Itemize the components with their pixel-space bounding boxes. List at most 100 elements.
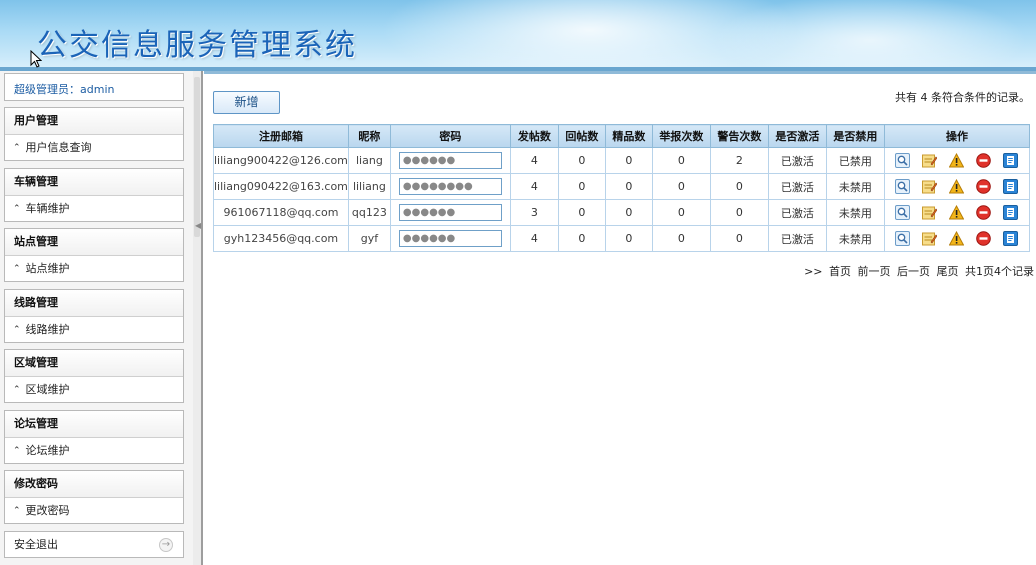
cell-activated: 已激活 xyxy=(767,225,827,252)
table-row: liliang090422@163.com liliang ●●●●●●●● 4 0 0 0… xyxy=(213,173,1031,200)
pager-prev[interactable]: 前一页 xyxy=(858,265,891,278)
password-field[interactable]: ●●●●●● xyxy=(398,204,502,221)
menu-head-regions[interactable]: 区域管理 xyxy=(5,350,183,377)
menu-group-users: 用户管理 ⌃ 用户信息查询 xyxy=(4,107,184,161)
menu-head-routes[interactable]: 线路管理 xyxy=(5,290,183,317)
warning-icon[interactable] xyxy=(949,152,965,168)
arrow-right-icon: → xyxy=(159,537,173,552)
sidebar-item-route-maintain[interactable]: ⌃ 线路维护 xyxy=(5,317,183,343)
pagination: >> 首页 前一页 后一页 尾页 共1页4个记录 xyxy=(801,263,1034,279)
menu-head-password[interactable]: 修改密码 xyxy=(5,471,183,498)
cell-activated: 已激活 xyxy=(767,147,827,174)
cell-email: liliang900422@126.com xyxy=(213,147,349,174)
pager-summary: 共1页4个记录 xyxy=(965,265,1034,278)
sidebar-item-label: 站点维护 xyxy=(25,262,70,275)
view-icon[interactable] xyxy=(895,231,911,246)
menu-head-users[interactable]: 用户管理 xyxy=(5,108,183,135)
collapse-arrow-icon[interactable]: ◀ xyxy=(195,221,201,230)
logout-label: 安全退出 xyxy=(14,537,58,551)
table-row: gyh123456@qq.com gyf ●●●●●● 4 0 0 0 0 已激活 未禁用 xyxy=(213,225,1031,252)
mouse-cursor-icon xyxy=(30,50,42,68)
admin-label: 超级管理员： xyxy=(14,83,80,96)
pager-prefix: >> xyxy=(804,265,823,278)
user-table: 注册邮箱 昵称 密码 发帖数 回帖数 精品数 举报次数 警告次数 是否激活 是否… xyxy=(213,124,1031,252)
pager-next[interactable]: 后一页 xyxy=(897,265,930,278)
cell-warnings: 2 xyxy=(709,147,769,174)
menu-group-password: 修改密码 ⌃ 更改密码 xyxy=(4,470,184,524)
cell-replies: 0 xyxy=(557,173,606,200)
cell-banned: 未禁用 xyxy=(825,225,885,252)
table-header-row: 注册邮箱 昵称 密码 发帖数 回帖数 精品数 举报次数 警告次数 是否激活 是否… xyxy=(213,124,1031,148)
view-icon[interactable] xyxy=(895,179,911,194)
edit-icon[interactable] xyxy=(922,205,938,220)
password-field[interactable]: ●●●●●● xyxy=(398,152,502,169)
chevron-up-icon: ⌃ xyxy=(13,143,21,153)
cell-password: ●●●●●● xyxy=(389,199,511,226)
warning-icon[interactable] xyxy=(949,204,965,220)
sidebar-item-change-password[interactable]: ⌃ 更改密码 xyxy=(5,498,183,524)
menu-group-stations: 站点管理 ⌃ 站点维护 xyxy=(4,228,184,282)
cell-nickname: liliang xyxy=(347,173,391,200)
cell-warnings: 0 xyxy=(709,225,769,252)
sidebar-item-region-maintain[interactable]: ⌃ 区域维护 xyxy=(5,377,183,403)
admin-info: 超级管理员：admin xyxy=(4,73,184,101)
sidebar-item-label: 车辆维护 xyxy=(25,202,70,215)
cell-featured: 0 xyxy=(604,225,653,252)
ban-icon[interactable] xyxy=(976,231,992,246)
cell-actions xyxy=(883,225,1031,252)
menu-group-forum: 论坛管理 ⌃ 论坛维护 xyxy=(4,410,184,464)
warning-icon[interactable] xyxy=(949,178,965,194)
cell-reports: 0 xyxy=(651,173,711,200)
password-field[interactable]: ●●●●●● xyxy=(398,230,502,247)
cell-nickname: qq123 xyxy=(347,199,391,226)
password-field[interactable]: ●●●●●●●● xyxy=(398,178,502,195)
record-count: 共有 4 条符合条件的记录。 xyxy=(895,91,1030,104)
ban-icon[interactable] xyxy=(976,205,992,220)
cell-banned: 未禁用 xyxy=(825,173,885,200)
cell-replies: 0 xyxy=(557,199,606,226)
cell-email: gyh123456@qq.com xyxy=(213,225,349,252)
col-email: 注册邮箱 xyxy=(213,124,349,148)
pager-last[interactable]: 尾页 xyxy=(937,265,959,278)
cell-reports: 0 xyxy=(651,225,711,252)
document-icon[interactable] xyxy=(1003,153,1019,168)
add-button[interactable]: 新增 xyxy=(213,91,280,114)
chevron-up-icon: ⌃ xyxy=(13,385,21,395)
warning-icon[interactable] xyxy=(949,230,965,246)
sidebar-item-vehicle-maintain[interactable]: ⌃ 车辆维护 xyxy=(5,196,183,222)
logout-button[interactable]: 安全退出 → xyxy=(4,531,184,558)
sidebar-item-forum-maintain[interactable]: ⌃ 论坛维护 xyxy=(5,438,183,464)
cell-posts: 4 xyxy=(509,147,559,174)
edit-icon[interactable] xyxy=(922,153,938,168)
cell-reports: 0 xyxy=(651,147,711,174)
col-reports: 举报次数 xyxy=(651,124,711,148)
ban-icon[interactable] xyxy=(976,153,992,168)
pager-first[interactable]: 首页 xyxy=(829,265,851,278)
sidebar-item-station-maintain[interactable]: ⌃ 站点维护 xyxy=(5,256,183,282)
cell-password: ●●●●●● xyxy=(389,147,511,174)
menu-head-forum[interactable]: 论坛管理 xyxy=(5,411,183,438)
cell-posts: 3 xyxy=(509,199,559,226)
document-icon[interactable] xyxy=(1003,179,1019,194)
sidebar-item-user-query[interactable]: ⌃ 用户信息查询 xyxy=(5,135,183,161)
cell-email: liliang090422@163.com xyxy=(213,173,349,200)
sidebar-scrollbar-thumb[interactable] xyxy=(194,77,200,237)
view-icon[interactable] xyxy=(895,153,911,168)
edit-icon[interactable] xyxy=(922,231,938,246)
cell-actions xyxy=(883,199,1031,226)
sidebar-splitter[interactable]: ◀ xyxy=(193,71,203,565)
menu-head-vehicles[interactable]: 车辆管理 xyxy=(5,169,183,196)
ban-icon[interactable] xyxy=(976,179,992,194)
document-icon[interactable] xyxy=(1003,231,1019,246)
menu-group-vehicles: 车辆管理 ⌃ 车辆维护 xyxy=(4,168,184,222)
edit-icon[interactable] xyxy=(922,179,938,194)
menu-head-stations[interactable]: 站点管理 xyxy=(5,229,183,256)
cell-banned: 已禁用 xyxy=(825,147,885,174)
document-icon[interactable] xyxy=(1003,205,1019,220)
view-icon[interactable] xyxy=(895,205,911,220)
cell-warnings: 0 xyxy=(709,173,769,200)
menu-group-regions: 区域管理 ⌃ 区域维护 xyxy=(4,349,184,403)
cell-password: ●●●●●●●● xyxy=(389,173,511,200)
cell-posts: 4 xyxy=(509,225,559,252)
col-activated: 是否激活 xyxy=(767,124,827,148)
